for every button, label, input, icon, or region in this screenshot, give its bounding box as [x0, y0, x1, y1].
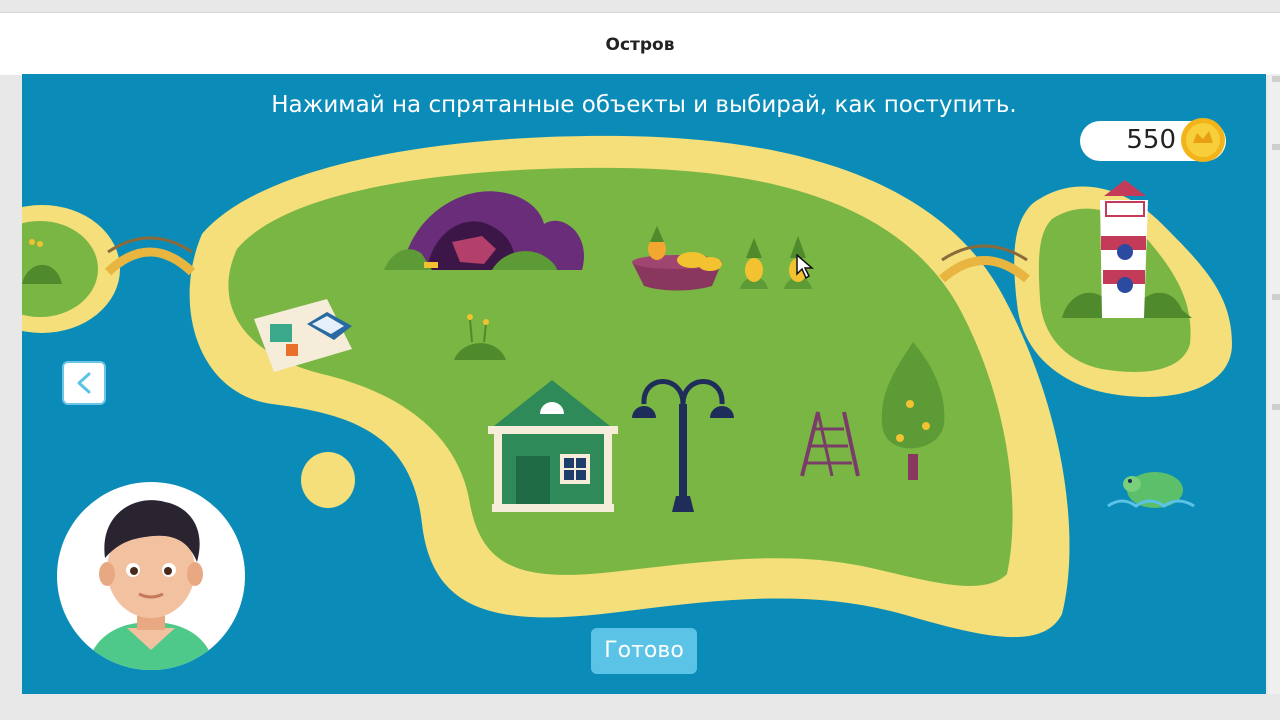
instruction-text: Нажимай на спрятанные объекты и выбирай,…: [271, 92, 1017, 118]
game-area: Нажимай на спрятанные объекты и выбирай,…: [22, 74, 1266, 694]
scroll-mark: [1272, 144, 1280, 150]
done-button[interactable]: Готово: [591, 628, 697, 674]
coin-count: 550: [1126, 125, 1176, 155]
scroll-mark: [1272, 76, 1280, 82]
chevron-left-icon: [77, 372, 91, 394]
left-bridge: [104, 236, 196, 276]
window-header: Остров: [0, 12, 1280, 75]
back-button[interactable]: [62, 361, 106, 405]
scroll-mark: [1272, 294, 1280, 300]
sand-islet: [301, 452, 355, 508]
cursor-icon: [796, 254, 814, 280]
scrollbar[interactable]: [1268, 74, 1280, 694]
window-title: Остров: [605, 35, 675, 55]
scroll-mark: [1272, 404, 1280, 410]
coin-counter: 550: [1080, 118, 1226, 162]
avatar: [57, 482, 245, 670]
boy-character: [87, 500, 215, 670]
coin-icon: [1181, 118, 1225, 162]
sea-turtle: [1107, 472, 1195, 508]
